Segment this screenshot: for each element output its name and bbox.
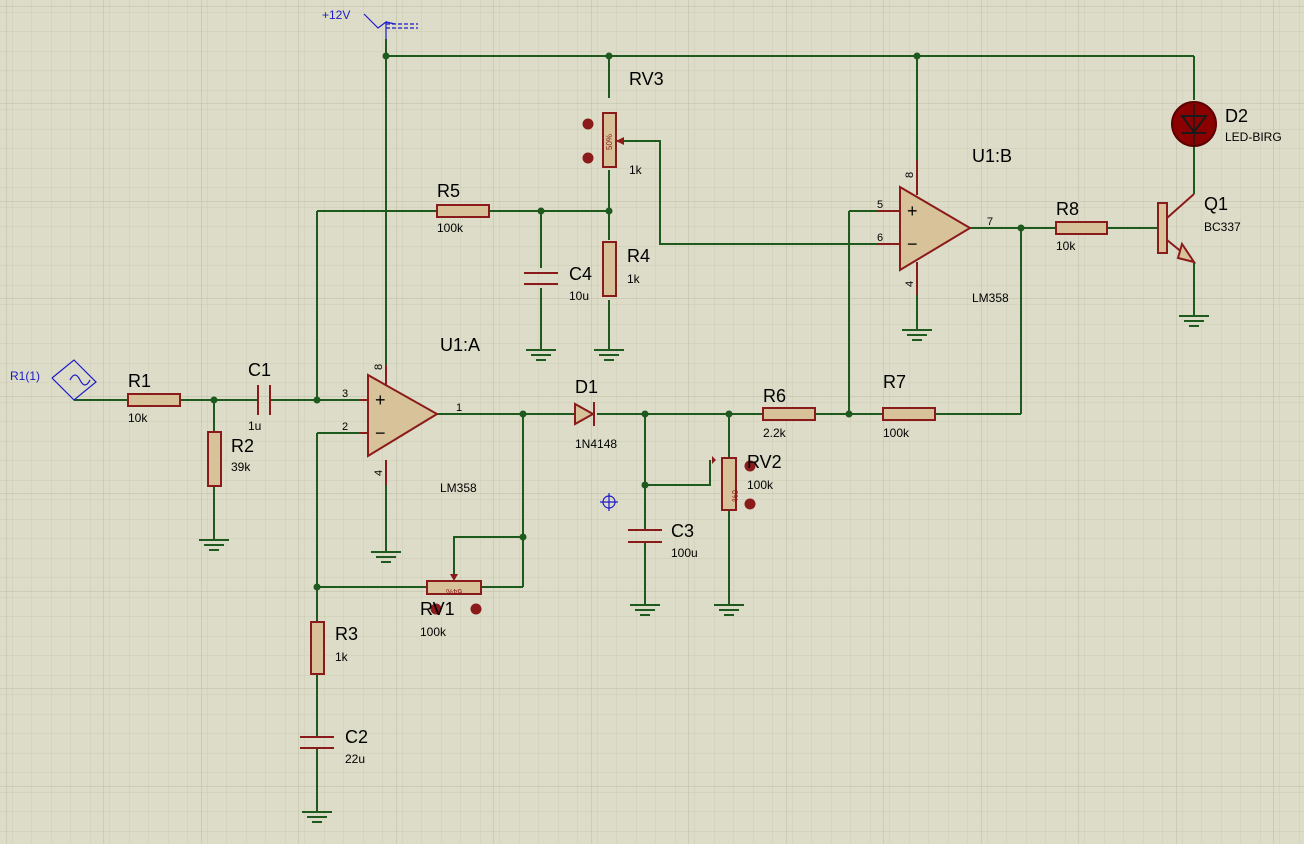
rv1-name: RV1 xyxy=(420,599,455,619)
u1a-value: LM358 xyxy=(440,481,477,495)
r4-name: R4 xyxy=(627,246,650,266)
d2-name: D2 xyxy=(1225,106,1248,126)
u1a-pin2: 2 xyxy=(342,421,348,433)
r7-name: R7 xyxy=(883,372,906,392)
u1b-pin6: 6 xyxy=(877,232,883,244)
rv1-wiper: 64% xyxy=(446,587,462,596)
u1a-name: U1:A xyxy=(440,335,480,355)
u1a-plus-sign: + xyxy=(375,390,386,410)
c3-value: 100u xyxy=(671,546,698,560)
rv3-adjust-up[interactable] xyxy=(582,118,594,130)
r4-value: 1k xyxy=(627,272,641,286)
c2-value: 22u xyxy=(345,752,365,766)
u1b-value: LM358 xyxy=(972,291,1009,305)
u1b-name: U1:B xyxy=(972,146,1012,166)
rv2-adjust-down[interactable] xyxy=(744,498,756,510)
d2-value: LED-BIRG xyxy=(1225,130,1282,144)
grid-background xyxy=(0,0,1304,844)
r3-name: R3 xyxy=(335,624,358,644)
rv3-wiper: 50% xyxy=(605,134,614,150)
r1-value: 10k xyxy=(128,411,148,425)
rv1-value: 100k xyxy=(420,625,447,639)
r6-name: R6 xyxy=(763,386,786,406)
u1a-pin1: 1 xyxy=(456,402,462,414)
r7-value: 100k xyxy=(883,426,910,440)
r8-value: 10k xyxy=(1056,239,1076,253)
r1-name: R1 xyxy=(128,371,151,391)
u1b-pin7: 7 xyxy=(987,216,993,228)
r2-name: R2 xyxy=(231,436,254,456)
c3-name: C3 xyxy=(671,521,694,541)
rv2-value: 100k xyxy=(747,478,774,492)
c4-name: C4 xyxy=(569,264,592,284)
c4-value: 10u xyxy=(569,289,589,303)
rv3-name: RV3 xyxy=(629,69,664,89)
q1-value: BC337 xyxy=(1204,220,1241,234)
supply-label: +12V xyxy=(322,8,350,22)
r8-name: R8 xyxy=(1056,199,1079,219)
r5-value: 100k xyxy=(437,221,464,235)
rv1-adjust-right[interactable] xyxy=(470,603,482,615)
rv3-adjust-down[interactable] xyxy=(582,152,594,164)
rv3-value: 1k xyxy=(629,163,643,177)
u1a-minus-sign: − xyxy=(375,423,386,443)
rv2-name: RV2 xyxy=(747,452,782,472)
r5-name: R5 xyxy=(437,181,460,201)
c1-value: 1u xyxy=(248,419,261,433)
u1a-pin3: 3 xyxy=(342,388,348,400)
d1-name: D1 xyxy=(575,377,598,397)
rv2-wiper: 0% xyxy=(730,490,739,502)
d1-value: 1N4148 xyxy=(575,437,617,451)
schematic-canvas[interactable]: +12V R1(1) R1 10k R2 39k R3 1k R4 1k R5 … xyxy=(0,0,1304,844)
u1b-pin5: 5 xyxy=(877,199,883,211)
u1b-pin4: 4 xyxy=(904,281,916,287)
r6-value: 2.2k xyxy=(763,426,787,440)
u1a-pin8: 8 xyxy=(373,364,385,370)
q1-name: Q1 xyxy=(1204,194,1228,214)
c2-name: C2 xyxy=(345,727,368,747)
r3-value: 1k xyxy=(335,650,349,664)
u1a-pin4: 4 xyxy=(373,470,385,476)
c1-name: C1 xyxy=(248,360,271,380)
u1b-plus-sign: + xyxy=(907,201,918,221)
u1b-minus-sign: − xyxy=(907,234,918,254)
r2-value: 39k xyxy=(231,460,251,474)
source-label: R1(1) xyxy=(10,369,40,383)
u1b-pin8: 8 xyxy=(904,172,916,178)
